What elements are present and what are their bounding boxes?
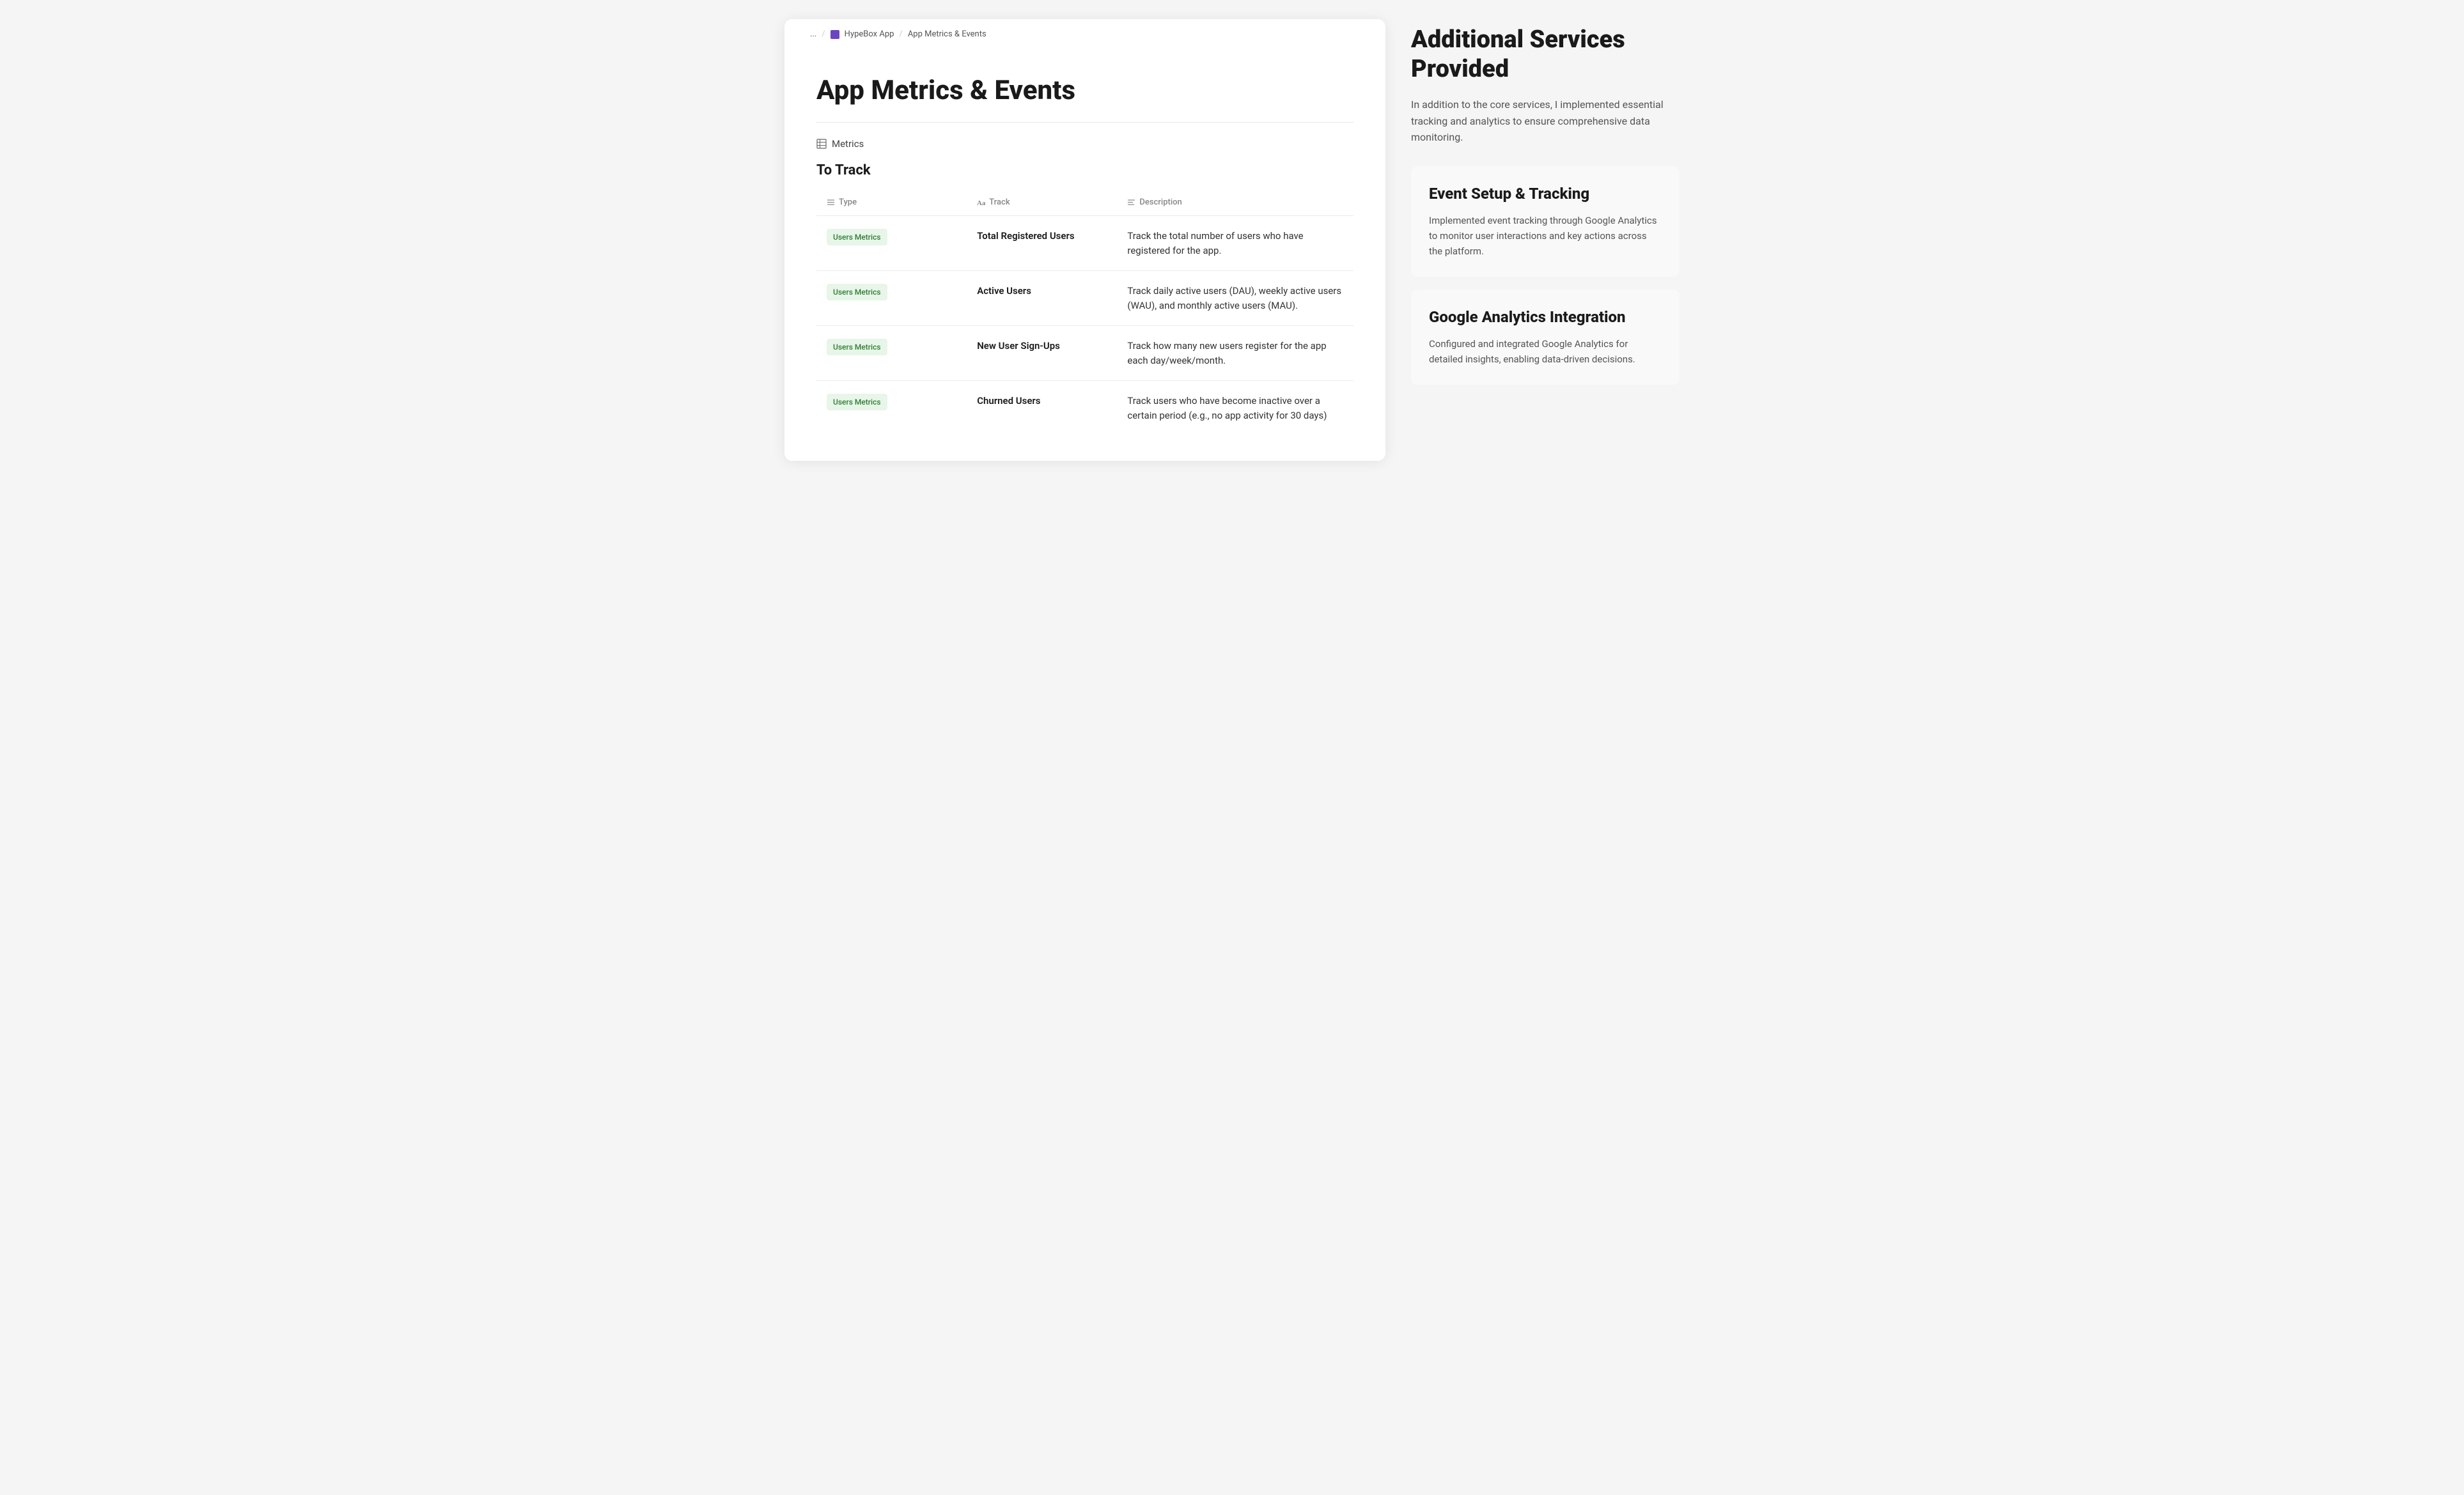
breadcrumb-ellipsis[interactable]: ... [810,29,816,39]
doc-panel: ... / HypeBox App / App Metrics & Events… [784,19,1385,461]
track-col-header: Aa Track [977,198,1010,207]
metrics-table: Type Aa Track [816,191,1353,435]
table-cell-track: Active Users [967,271,1117,326]
metrics-label: Metrics [816,138,1353,150]
table-cell-track: Total Registered Users [967,216,1117,271]
type-badge: Users Metrics [827,284,887,300]
table-row: Users Metrics New User Sign-Ups Track how … [816,326,1353,381]
service-cards-container: Event Setup & Tracking Implemented event … [1411,166,1680,385]
page-title: App Metrics & Events [816,75,1353,107]
desc-col-header: Description [1127,198,1181,207]
table-cell-type: Users Metrics [816,271,967,326]
page-wrapper: ... / HypeBox App / App Metrics & Events… [784,19,1680,461]
table-cell-type: Users Metrics [816,216,967,271]
breadcrumb-sep1: / [822,29,825,39]
breadcrumb-app-name[interactable]: HypeBox App [845,29,894,39]
table-cell-track: Churned Users [967,381,1117,436]
doc-content: App Metrics & Events Metrics To Track [784,49,1385,461]
breadcrumb-current[interactable]: App Metrics & Events [908,29,986,39]
services-main-title: Additional Services Provided [1411,26,1680,84]
section-heading-to-track: To Track [816,162,1353,178]
service-card-title-0: Event Setup & Tracking [1429,184,1662,204]
table-cell-description: Track daily active users (DAU), weekly a… [1117,271,1353,326]
table-cell-track: New User Sign-Ups [967,326,1117,381]
app-icon [830,30,839,39]
table-row: Users Metrics Total Registered Users Track… [816,216,1353,271]
metrics-section-label: Metrics [832,138,864,150]
service-card-0: Event Setup & Tracking Implemented event … [1411,166,1680,277]
type-col-header: Type [827,198,857,207]
services-intro: In addition to the core services, I impl… [1411,97,1680,146]
table-icon [816,139,827,149]
col-header-type: Type [816,191,967,216]
breadcrumb: ... / HypeBox App / App Metrics & Events [784,19,1385,49]
track-name: Churned Users [977,395,1040,407]
title-divider [816,122,1353,123]
svg-text:Aa: Aa [977,199,985,206]
col-header-track: Aa Track [967,191,1117,216]
table-row: Users Metrics Active Users Track daily act… [816,271,1353,326]
table-cell-description: Track the total number of users who have… [1117,216,1353,271]
type-badge: Users Metrics [827,394,887,410]
services-panel: Additional Services Provided In addition… [1411,19,1680,398]
table-row: Users Metrics Churned Users Track users wh… [816,381,1353,436]
service-card-title-1: Google Analytics Integration [1429,307,1662,327]
service-card-1: Google Analytics Integration Configured a… [1411,290,1680,385]
table-cell-description: Track how many new users register for th… [1117,326,1353,381]
type-badge: Users Metrics [827,229,887,245]
track-name: New User Sign-Ups [977,340,1060,352]
table-cell-type: Users Metrics [816,326,967,381]
type-badge: Users Metrics [827,339,887,355]
table-cell-type: Users Metrics [816,381,967,436]
service-card-desc-0: Implemented event tracking through Googl… [1429,213,1662,259]
breadcrumb-sep2: / [899,29,902,39]
track-name: Total Registered Users [977,230,1074,242]
col-header-description: Description [1117,191,1353,216]
track-name: Active Users [977,285,1031,297]
table-header-row: Type Aa Track [816,191,1353,216]
table-cell-description: Track users who have become inactive ove… [1117,381,1353,436]
service-card-desc-1: Configured and integrated Google Analyti… [1429,336,1662,367]
